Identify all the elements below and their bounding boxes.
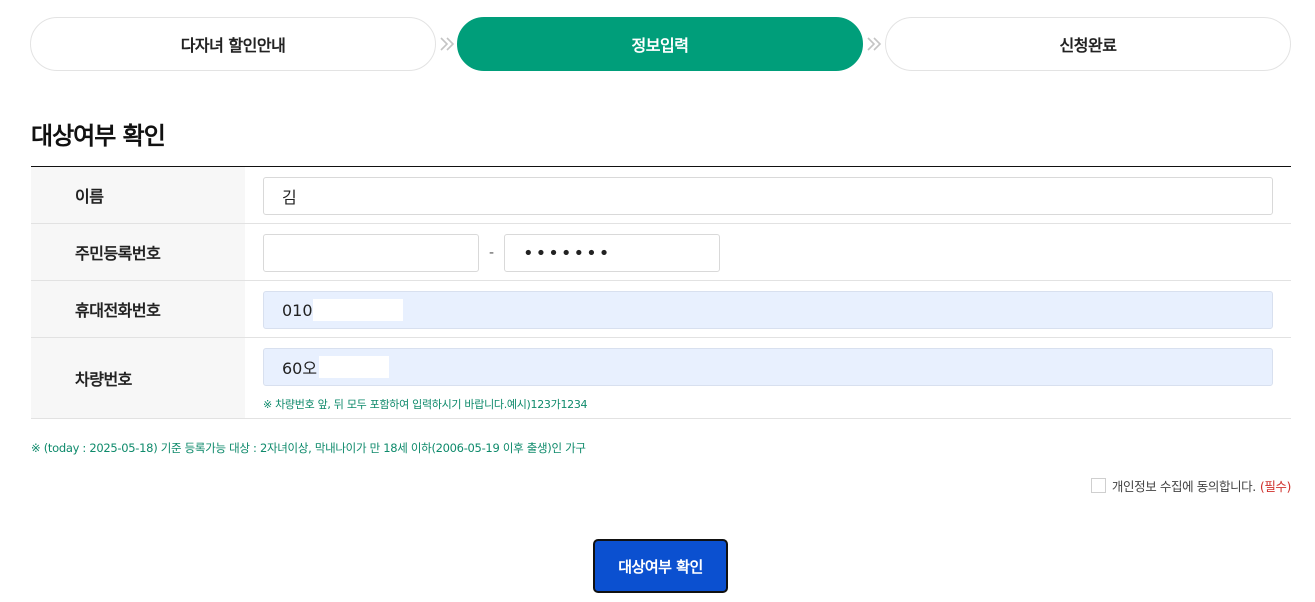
check-eligibility-button[interactable]: 대상여부 확인 [593,539,728,593]
double-chevron-right-icon [867,37,882,51]
car-number-hint: ※ 차량번호 앞, 뒤 모두 포함하여 입력하시기 바랍니다.예시)123가12… [263,398,588,411]
phone-input[interactable] [263,291,1273,329]
redaction-mask [313,299,403,321]
resident-number-label: 주민등록번호 [31,224,245,280]
resident-number-front-input[interactable] [263,234,479,272]
phone-label: 휴대전화번호 [31,281,245,337]
double-chevron-right-icon [440,37,455,51]
step-multi-child-discount-info: 다자녀 할인안내 [30,17,436,71]
consent-label: 개인정보 수집에 동의합니다. [1111,479,1256,494]
step-application-complete: 신청완료 [885,17,1291,71]
car-number-input[interactable] [263,348,1273,386]
form-row-resident-number: 주민등록번호 - [31,224,1291,281]
eligibility-form: 이름 주민등록번호 - 휴대전화번호 [31,166,1291,419]
name-label: 이름 [31,167,245,223]
car-number-label: 차량번호 [31,338,245,418]
name-input[interactable] [263,177,1273,215]
resident-number-back-input[interactable] [504,234,720,272]
step-indicator: 다자녀 할인안내 정보입력 신청완료 [30,17,1291,71]
consent-checkbox[interactable] [1090,478,1106,493]
required-mark: (필수) [1259,479,1292,494]
resident-number-separator: - [488,245,495,261]
privacy-consent[interactable]: 개인정보 수집에 동의합니다. (필수) [1090,476,1292,495]
form-row-phone: 휴대전화번호 [31,281,1291,338]
redaction-mask [319,356,389,378]
eligibility-notice: ※ (today : 2025-05-18) 기준 등록가능 대상 : 2자녀이… [31,441,586,455]
form-row-name: 이름 [31,167,1291,224]
form-row-car-number: 차량번호 ※ 차량번호 앞, 뒤 모두 포함하여 입력하시기 바랍니다.예시)1… [31,338,1291,419]
page-title: 대상여부 확인 [31,122,166,150]
step-info-input: 정보입력 [457,17,863,71]
page: 다자녀 할인안내 정보입력 신청완료 대상여부 확인 이름 주민등록번호 - [0,0,1315,602]
